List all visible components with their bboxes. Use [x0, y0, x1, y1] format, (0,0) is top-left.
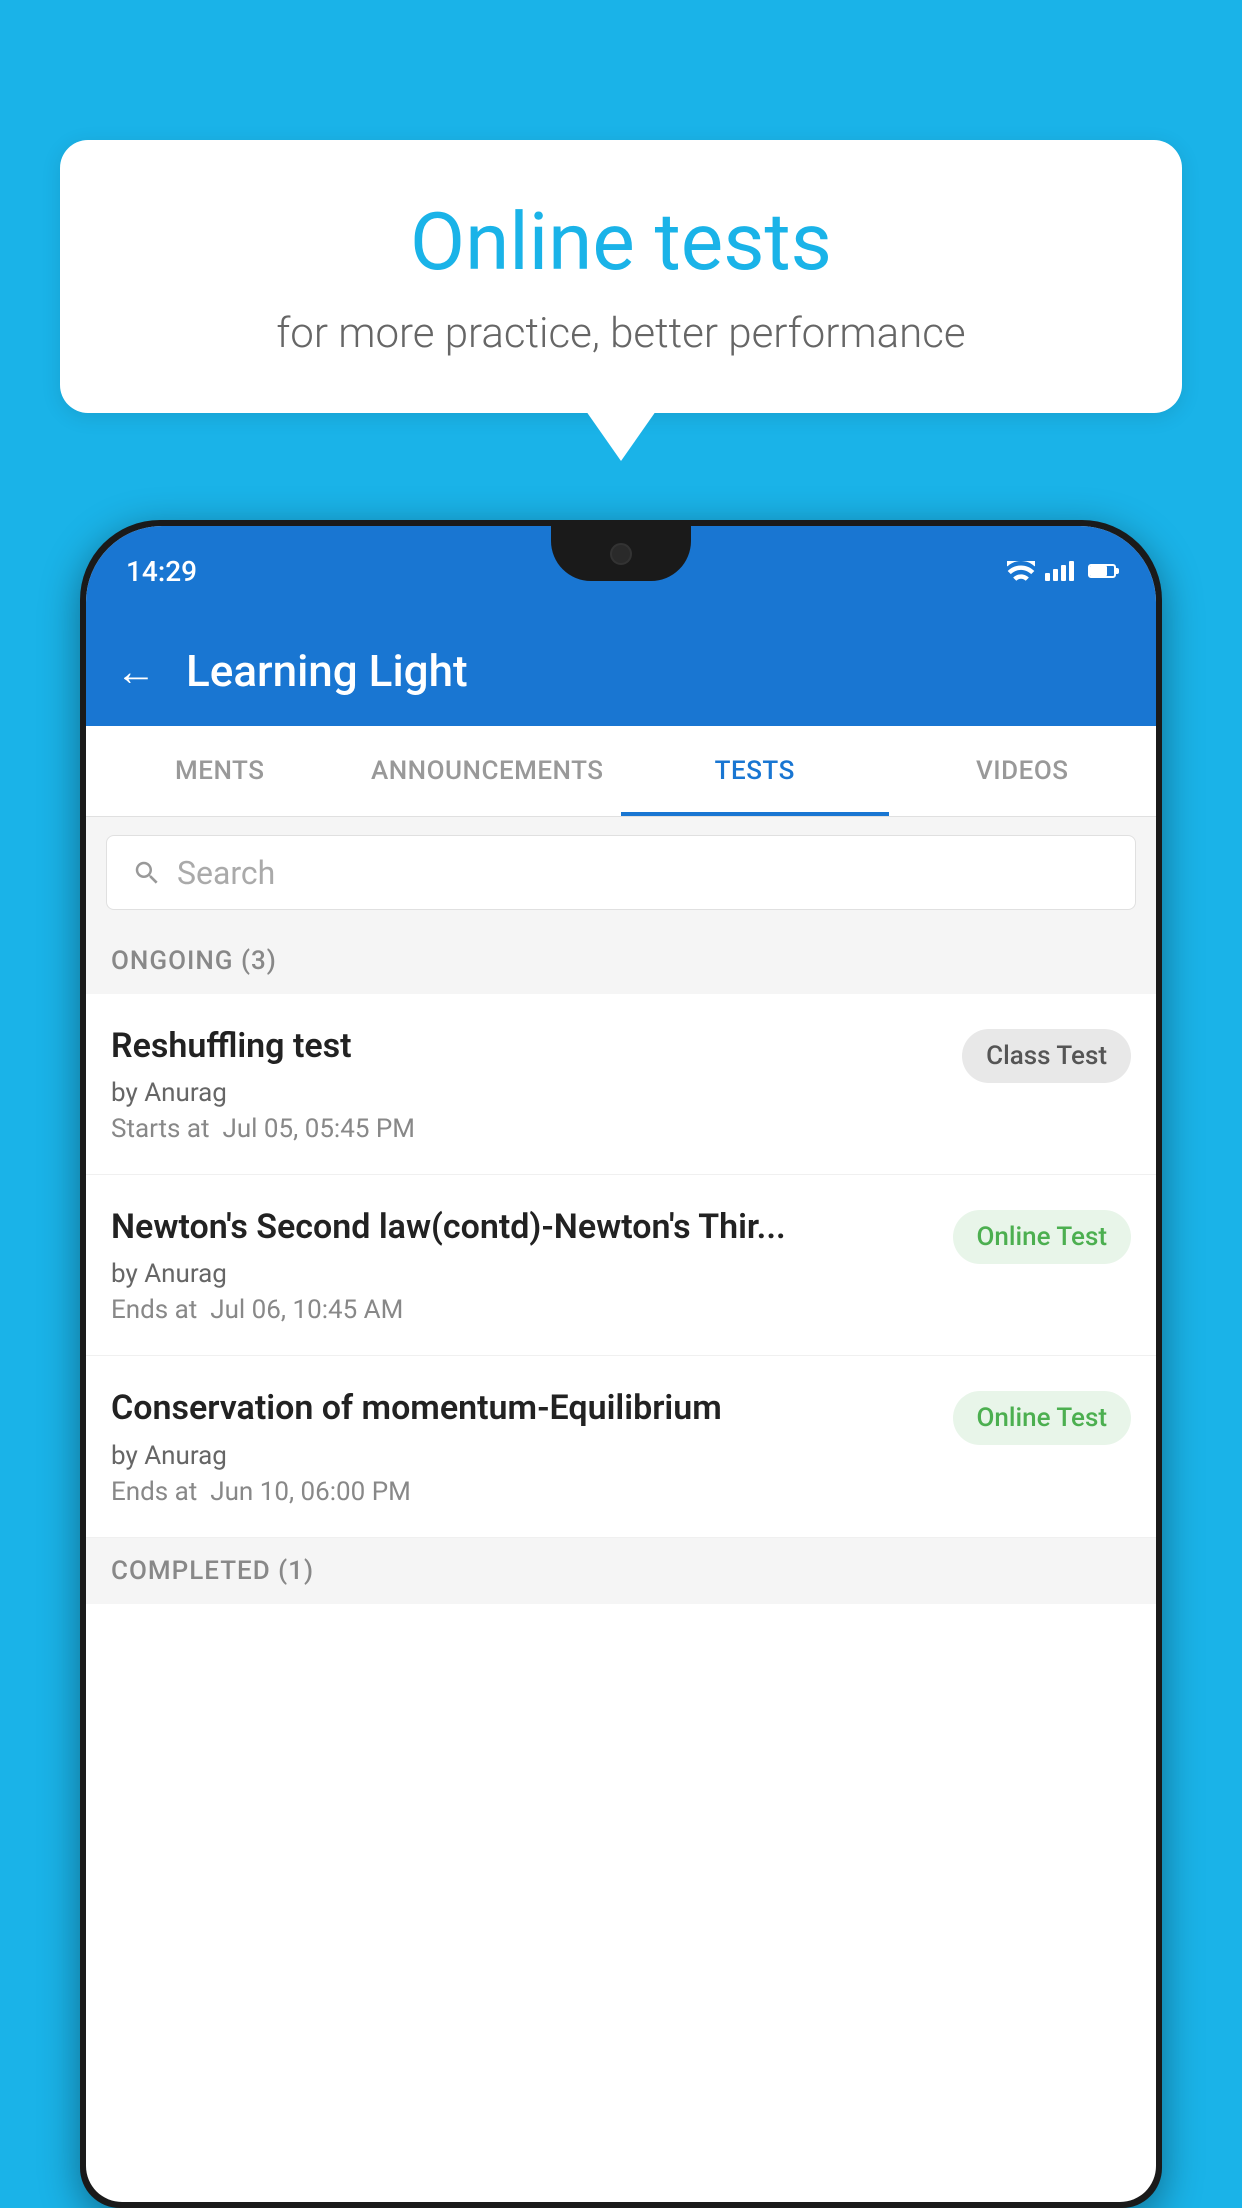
test-item[interactable]: Conservation of momentum-Equilibrium by … [86, 1356, 1156, 1537]
tab-assignments[interactable]: MENTS [86, 726, 354, 816]
front-camera [610, 543, 632, 565]
completed-label: COMPLETED (1) [111, 1556, 314, 1586]
test-time: Ends at Jul 06, 10:45 AM [111, 1295, 933, 1325]
app-bar-title: Learning Light [186, 645, 468, 697]
status-bar: 14:29 [86, 526, 1156, 616]
search-placeholder: Search [177, 854, 275, 892]
status-icons [1007, 561, 1116, 581]
test-item-content: Newton's Second law(contd)-Newton's Thir… [111, 1205, 933, 1325]
online-test-badge: Online Test [953, 1210, 1132, 1264]
tab-tests[interactable]: TESTS [621, 726, 889, 816]
phone-frame: 14:29 ← Learnin [80, 520, 1162, 2208]
tab-videos[interactable]: VIDEOS [889, 726, 1157, 816]
signal-icon [1045, 561, 1074, 581]
wifi-icon [1007, 561, 1035, 581]
search-input-wrapper[interactable]: Search [106, 835, 1136, 910]
phone-notch [551, 526, 691, 581]
test-item-content: Conservation of momentum-Equilibrium by … [111, 1386, 933, 1506]
search-container: Search [86, 817, 1156, 928]
promo-section: Online tests for more practice, better p… [60, 140, 1182, 461]
promo-title: Online tests [120, 195, 1122, 289]
app-bar: ← Learning Light [86, 616, 1156, 726]
tab-announcements[interactable]: ANNOUNCEMENTS [354, 726, 622, 816]
ongoing-section-header: ONGOING (3) [86, 928, 1156, 994]
test-time: Starts at Jul 05, 05:45 PM [111, 1114, 942, 1144]
test-author: by Anurag [111, 1441, 933, 1471]
test-title: Conservation of momentum-Equilibrium [111, 1386, 933, 1430]
test-item[interactable]: Newton's Second law(contd)-Newton's Thir… [86, 1175, 1156, 1356]
completed-section-header: COMPLETED (1) [86, 1538, 1156, 1604]
test-list: Reshuffling test by Anurag Starts at Jul… [86, 994, 1156, 1538]
speech-bubble: Online tests for more practice, better p… [60, 140, 1182, 413]
phone-screen: 14:29 ← Learnin [86, 526, 1156, 2202]
online-test-badge: Online Test [953, 1391, 1132, 1445]
ongoing-label: ONGOING (3) [111, 946, 277, 976]
test-title: Newton's Second law(contd)-Newton's Thir… [111, 1205, 933, 1249]
test-item[interactable]: Reshuffling test by Anurag Starts at Jul… [86, 994, 1156, 1175]
test-item-content: Reshuffling test by Anurag Starts at Jul… [111, 1024, 942, 1144]
test-time: Ends at Jun 10, 06:00 PM [111, 1477, 933, 1507]
tabs-bar: MENTS ANNOUNCEMENTS TESTS VIDEOS [86, 726, 1156, 817]
promo-subtitle: for more practice, better performance [120, 309, 1122, 358]
class-test-badge: Class Test [962, 1029, 1131, 1083]
status-time: 14:29 [126, 555, 197, 588]
battery-icon [1088, 564, 1116, 578]
test-author: by Anurag [111, 1078, 942, 1108]
speech-bubble-arrow [586, 411, 656, 461]
test-title: Reshuffling test [111, 1024, 942, 1068]
test-author: by Anurag [111, 1259, 933, 1289]
back-button[interactable]: ← [116, 648, 156, 695]
search-icon [132, 858, 162, 888]
